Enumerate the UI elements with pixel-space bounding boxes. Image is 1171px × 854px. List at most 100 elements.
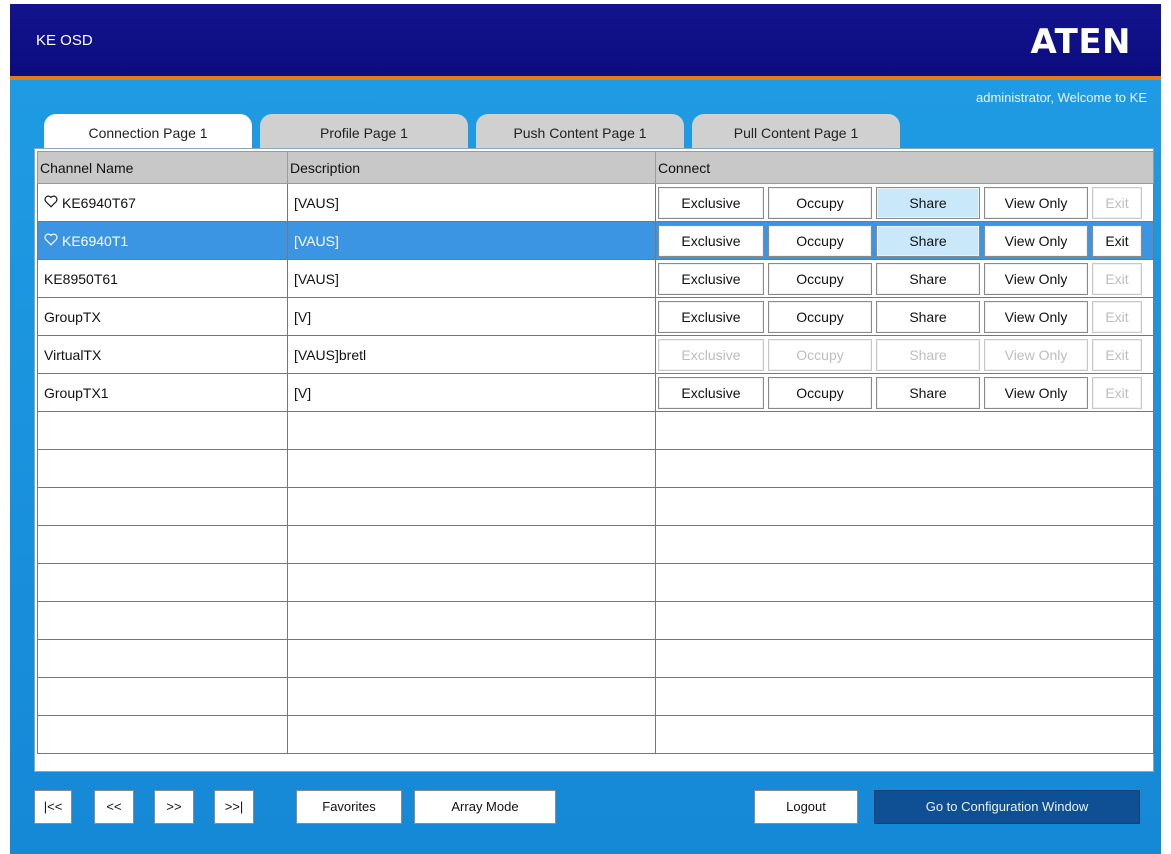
share-button: Share xyxy=(876,338,980,371)
column-connect: Connect xyxy=(655,151,1154,184)
empty-row xyxy=(37,449,1154,488)
view-only-button[interactable]: View Only xyxy=(984,262,1088,295)
empty-cell xyxy=(655,601,1154,640)
tab-pull-content-page[interactable]: Pull Content Page 1 xyxy=(692,114,900,150)
empty-cell xyxy=(287,411,656,450)
view-only-button[interactable]: View Only xyxy=(984,186,1088,219)
connect-cell: Exclusive Occupy Share View Only Exit xyxy=(655,221,1154,260)
description-cell: [VAUS] xyxy=(287,183,656,222)
empty-cell xyxy=(287,525,656,564)
empty-cell xyxy=(37,487,288,526)
connect-buttons: Exclusive Occupy Share View Only Exit xyxy=(658,224,1153,257)
favorites-button[interactable]: Favorites xyxy=(296,790,402,824)
exclusive-button[interactable]: Exclusive xyxy=(658,262,764,295)
view-only-button: View Only xyxy=(984,338,1088,371)
exit-button: Exit xyxy=(1092,300,1142,333)
exclusive-button[interactable]: Exclusive xyxy=(658,376,764,409)
empty-row xyxy=(37,677,1154,716)
heart-icon xyxy=(44,233,58,249)
empty-row xyxy=(37,639,1154,678)
connect-buttons: Exclusive Occupy Share View Only Exit xyxy=(658,186,1153,219)
view-only-button[interactable]: View Only xyxy=(984,376,1088,409)
previous-page-button[interactable]: << xyxy=(94,790,134,824)
empty-cell xyxy=(655,525,1154,564)
empty-row xyxy=(37,487,1154,526)
empty-row xyxy=(37,601,1154,640)
channel-name-cell[interactable]: KE6940T1 xyxy=(37,221,288,260)
channel-name-cell[interactable]: GroupTX1 xyxy=(37,373,288,412)
occupy-button[interactable]: Occupy xyxy=(768,376,872,409)
exit-button[interactable]: Exit xyxy=(1092,224,1142,257)
channel-name: KE6940T67 xyxy=(62,194,136,211)
exclusive-button[interactable]: Exclusive xyxy=(658,186,764,219)
empty-cell xyxy=(37,563,288,602)
empty-cell xyxy=(655,563,1154,602)
channel-name: VirtualTX xyxy=(44,346,102,363)
connect-buttons: Exclusive Occupy Share View Only Exit xyxy=(658,262,1153,295)
connect-buttons: Exclusive Occupy Share View Only Exit xyxy=(658,376,1153,409)
channel-name-cell[interactable]: KE8950T61 xyxy=(37,259,288,298)
next-page-button[interactable]: >> xyxy=(154,790,194,824)
connect-buttons: Exclusive Occupy Share View Only Exit xyxy=(658,300,1153,333)
logout-button[interactable]: Logout xyxy=(754,790,858,824)
channel-name-cell[interactable]: GroupTX xyxy=(37,297,288,336)
empty-cell xyxy=(287,449,656,488)
table-row[interactable]: KE8950T61 [VAUS] Exclusive Occupy Share View … xyxy=(37,259,1154,298)
column-channel-name[interactable]: Channel Name xyxy=(37,151,288,184)
empty-cell xyxy=(37,411,288,450)
description-cell: [VAUS] xyxy=(287,259,656,298)
empty-cell xyxy=(655,487,1154,526)
share-button[interactable]: Share xyxy=(876,186,980,219)
heart-icon xyxy=(44,195,58,211)
array-mode-button[interactable]: Array Mode xyxy=(414,790,556,824)
empty-cell xyxy=(655,411,1154,450)
empty-cell xyxy=(37,677,288,716)
share-button[interactable]: Share xyxy=(876,376,980,409)
welcome-text: administrator, Welcome to KE xyxy=(976,90,1147,105)
channel-name: KE6940T1 xyxy=(62,232,129,249)
occupy-button[interactable]: Occupy xyxy=(768,262,872,295)
table-row[interactable]: GroupTX [V] Exclusive Occupy Share View Only E… xyxy=(37,297,1154,336)
empty-cell xyxy=(37,525,288,564)
column-description[interactable]: Description xyxy=(287,151,656,184)
share-button[interactable]: Share xyxy=(876,262,980,295)
empty-cell xyxy=(37,601,288,640)
table-row[interactable]: KE6940T67 [VAUS] Exclusive Occupy Share View … xyxy=(37,183,1154,222)
main-area: administrator, Welcome to KE Connection … xyxy=(10,80,1161,854)
exit-button: Exit xyxy=(1092,376,1142,409)
exclusive-button[interactable]: Exclusive xyxy=(658,224,764,257)
configuration-window-button[interactable]: Go to Configuration Window xyxy=(874,790,1140,824)
share-button[interactable]: Share xyxy=(876,300,980,333)
aten-logo: ATEN xyxy=(1030,22,1131,62)
connect-cell: Exclusive Occupy Share View Only Exit xyxy=(655,373,1154,412)
channel-name-cell[interactable]: KE6940T67 xyxy=(37,183,288,222)
exclusive-button: Exclusive xyxy=(658,338,764,371)
view-only-button[interactable]: View Only xyxy=(984,224,1088,257)
table-row[interactable]: GroupTX1 [V] Exclusive Occupy Share View Only… xyxy=(37,373,1154,412)
connect-buttons: Exclusive Occupy Share View Only Exit xyxy=(658,338,1153,371)
exclusive-button[interactable]: Exclusive xyxy=(658,300,764,333)
tab-push-content-page[interactable]: Push Content Page 1 xyxy=(476,114,684,150)
first-page-button[interactable]: |<< xyxy=(34,790,72,824)
occupy-button[interactable]: Occupy xyxy=(768,224,872,257)
empty-cell xyxy=(287,715,656,754)
share-button[interactable]: Share xyxy=(876,224,980,257)
empty-cell xyxy=(655,715,1154,754)
table-row[interactable]: KE6940T1 [VAUS] Exclusive Occupy Share View O… xyxy=(37,221,1154,260)
empty-cell xyxy=(655,677,1154,716)
empty-row xyxy=(37,563,1154,602)
occupy-button[interactable]: Occupy xyxy=(768,186,872,219)
table-row[interactable]: VirtualTX [VAUS]bretl Exclusive Occupy Share… xyxy=(37,335,1154,374)
empty-cell xyxy=(287,487,656,526)
occupy-button: Occupy xyxy=(768,338,872,371)
exit-button: Exit xyxy=(1092,338,1142,371)
occupy-button[interactable]: Occupy xyxy=(768,300,872,333)
view-only-button[interactable]: View Only xyxy=(984,300,1088,333)
description-cell: [V] xyxy=(287,373,656,412)
channel-name-cell[interactable]: VirtualTX xyxy=(37,335,288,374)
empty-cell xyxy=(655,639,1154,678)
channel-name: GroupTX1 xyxy=(44,384,109,401)
tab-profile-page[interactable]: Profile Page 1 xyxy=(260,114,468,150)
empty-row xyxy=(37,715,1154,754)
last-page-button[interactable]: >>| xyxy=(214,790,254,824)
